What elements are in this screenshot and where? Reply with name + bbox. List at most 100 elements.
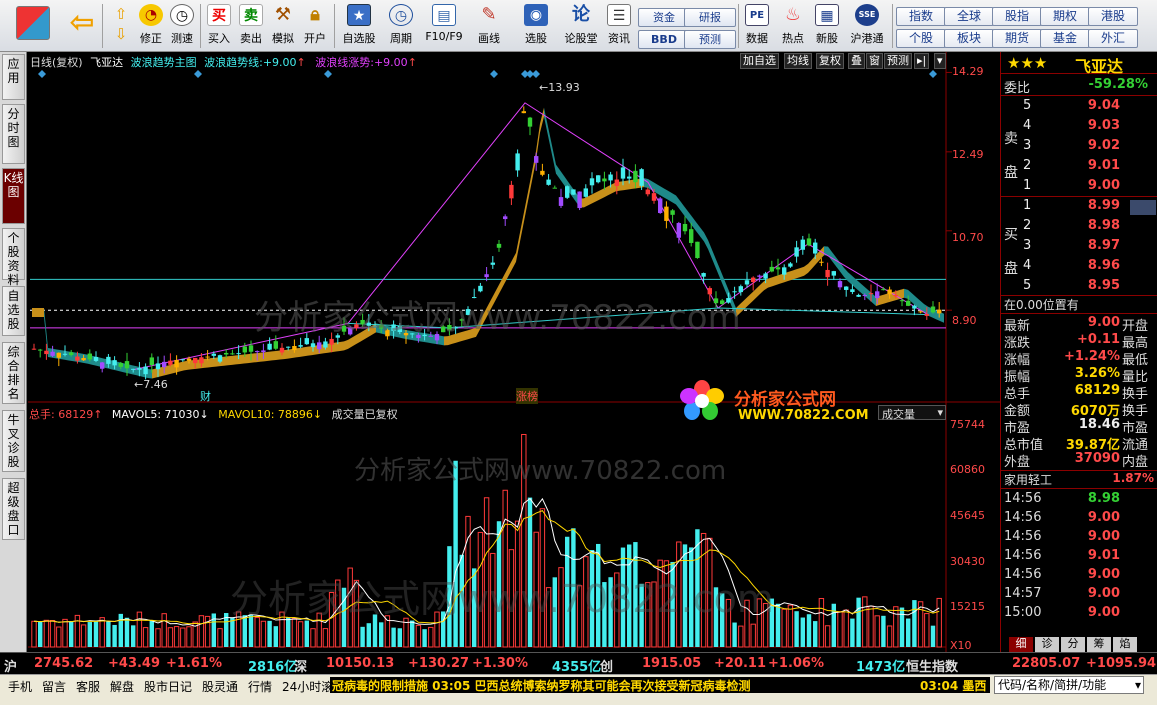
- tab-intraday[interactable]: 分时图: [2, 104, 25, 164]
- quote-tab[interactable]: 诊: [1035, 637, 1059, 652]
- quote-tab[interactable]: 筹: [1087, 637, 1111, 652]
- news-button[interactable]: ☰ 资讯: [604, 4, 634, 50]
- stock-select-button[interactable]: ◉ 选股: [516, 4, 556, 50]
- bid-row[interactable]: 1 8.99: [1001, 198, 1157, 217]
- draw-line-button[interactable]: ✎ 画线: [472, 4, 506, 50]
- sector-button[interactable]: 板块: [944, 29, 994, 48]
- cy-value[interactable]: 1915.05: [642, 656, 701, 671]
- tab-ranking[interactable]: 综合排名: [2, 342, 25, 404]
- status-link[interactable]: 手机: [8, 678, 32, 695]
- sz-value[interactable]: 10150.13: [326, 656, 394, 671]
- hk-stock-button[interactable]: 港股: [1088, 7, 1138, 26]
- volume-select[interactable]: 成交量 ▾: [878, 405, 946, 421]
- hot-button[interactable]: ♨ 热点: [778, 4, 808, 50]
- hammer-icon: ⚒: [274, 4, 292, 25]
- candle-body: [87, 353, 92, 360]
- status-link[interactable]: 客服: [76, 678, 100, 695]
- tick-price: 8.98: [1087, 491, 1120, 506]
- candle-body: [844, 286, 849, 290]
- expand-icon[interactable]: ▸|: [914, 53, 930, 69]
- status-link[interactable]: 股市日记: [144, 678, 192, 695]
- ask-row[interactable]: 4 9.03: [1001, 118, 1157, 137]
- open-account-button[interactable]: 🔒︎ 开户: [300, 4, 330, 50]
- tab-super-orderbook[interactable]: 超级盘口: [2, 478, 25, 540]
- overlay-button[interactable]: 叠: [848, 53, 865, 69]
- ma-button[interactable]: 均线: [784, 53, 812, 69]
- stock-select-label: 选股: [525, 32, 547, 45]
- bid-row[interactable]: 4 8.96: [1001, 258, 1157, 277]
- simulate-button[interactable]: ⚒ 模拟: [268, 4, 298, 50]
- status-link[interactable]: 留言: [42, 678, 66, 695]
- low-value: 7.46: [143, 378, 168, 391]
- wave-rise-value: +9.00: [373, 56, 408, 69]
- fix-button[interactable]: ◔ 修正: [137, 4, 165, 50]
- fund-list-button[interactable]: 基金: [1040, 29, 1090, 48]
- stock-search-input[interactable]: 代码/名称/简拼/功能 ▾: [994, 676, 1144, 694]
- sell-button[interactable]: 卖 卖出: [236, 4, 266, 50]
- index-button[interactable]: 指数: [896, 7, 946, 26]
- candle-body: [918, 311, 923, 313]
- tick-row: 14:56 9.00: [1001, 567, 1157, 586]
- f10-button[interactable]: ▤ F10/F9: [422, 4, 466, 50]
- hk-connect-button[interactable]: SSE 沪港通: [846, 4, 888, 50]
- news-ticker[interactable]: 冠病毒的限制措施 03:05 巴西总统博索纳罗称其可能会再次接受新冠病毒检测 03…: [330, 677, 990, 693]
- stock-index-button[interactable]: 股指: [992, 7, 1042, 26]
- quote-tab[interactable]: 分: [1061, 637, 1085, 652]
- limit-up-marker[interactable]: 涨榜: [516, 388, 538, 404]
- tab-apps[interactable]: 应用: [2, 54, 25, 100]
- research-button[interactable]: 研报: [684, 8, 736, 27]
- bbd-button[interactable]: BBD: [638, 30, 690, 49]
- ask-row[interactable]: 5 9.04: [1001, 98, 1157, 117]
- ask-row[interactable]: 2 9.01: [1001, 158, 1157, 177]
- select-icon: ◉: [524, 4, 548, 26]
- candle-body: [193, 357, 198, 364]
- sh-value[interactable]: 2745.62: [34, 656, 93, 671]
- chevron-down-icon[interactable]: ▾: [934, 53, 946, 69]
- tab-stock-profile[interactable]: 个股资料: [2, 228, 25, 287]
- ipo-button[interactable]: ▦ 新股: [812, 4, 842, 50]
- forex-button[interactable]: 外汇: [1088, 29, 1138, 48]
- forecast-button[interactable]: 预测: [684, 30, 736, 49]
- global-button[interactable]: 全球: [944, 7, 994, 26]
- status-link[interactable]: 行情: [248, 678, 272, 695]
- back-button[interactable]: ⇦: [64, 4, 100, 50]
- industry-row[interactable]: 家用轻工 1.87%: [1001, 470, 1157, 489]
- quote-tab[interactable]: 焰: [1113, 637, 1137, 652]
- tab-watchlist[interactable]: 自选股: [2, 286, 25, 336]
- ask-row[interactable]: 3 9.02: [1001, 138, 1157, 157]
- wave-ribbon-segment: [904, 288, 908, 299]
- single-stock-button[interactable]: 个股: [896, 29, 946, 48]
- ask-row[interactable]: 1 9.00: [1001, 178, 1157, 197]
- finance-marker[interactable]: 财: [200, 388, 211, 404]
- add-watchlist-button[interactable]: 加自选: [740, 53, 779, 69]
- speed-test-button[interactable]: ◷ 测速: [167, 4, 197, 50]
- watchlist-button[interactable]: ★ 自选股: [338, 4, 380, 50]
- data-button[interactable]: PE 数据: [742, 4, 772, 50]
- wave-ribbon-segment: [628, 179, 632, 190]
- quote-tab[interactable]: 细: [1009, 637, 1033, 652]
- volume-bar: [267, 620, 272, 647]
- adjust-button[interactable]: 复权: [816, 53, 844, 69]
- forum-button[interactable]: 论 论股堂: [560, 4, 602, 50]
- bid-row[interactable]: 3 8.97: [1001, 238, 1157, 257]
- kline-chart-svg[interactable]: [28, 52, 1000, 652]
- window-button[interactable]: 窗: [866, 53, 883, 69]
- tab-diagnosis[interactable]: 牛叉诊股: [2, 410, 25, 472]
- bid-row[interactable]: 2 8.98: [1001, 218, 1157, 237]
- futures-button[interactable]: 期货: [992, 29, 1042, 48]
- predict-button[interactable]: 预测: [884, 53, 912, 69]
- chart-panel[interactable]: 日线(复权) 飞亚达 波浪趋势主图 波浪趋势线:+9.00↑ 波浪线涨势:+9.…: [28, 52, 1000, 652]
- wave-ribbon-segment: [240, 354, 244, 364]
- fund-button[interactable]: 资金: [638, 8, 690, 27]
- candle-body: [788, 263, 793, 267]
- hs-value[interactable]: 22805.07: [1012, 656, 1080, 671]
- status-link[interactable]: 股灵通: [202, 678, 238, 695]
- status-link[interactable]: 解盘: [110, 678, 134, 695]
- tab-kline[interactable]: K线图: [2, 168, 25, 224]
- grid-menu-button[interactable]: [8, 4, 58, 50]
- period-button[interactable]: ◷ 周期: [384, 4, 418, 50]
- scroll-up-down-button[interactable]: ⇧ ⇩: [106, 4, 136, 50]
- options-button[interactable]: 期权: [1040, 7, 1090, 26]
- buy-button[interactable]: 买 买入: [204, 4, 234, 50]
- candle-body: [682, 223, 688, 232]
